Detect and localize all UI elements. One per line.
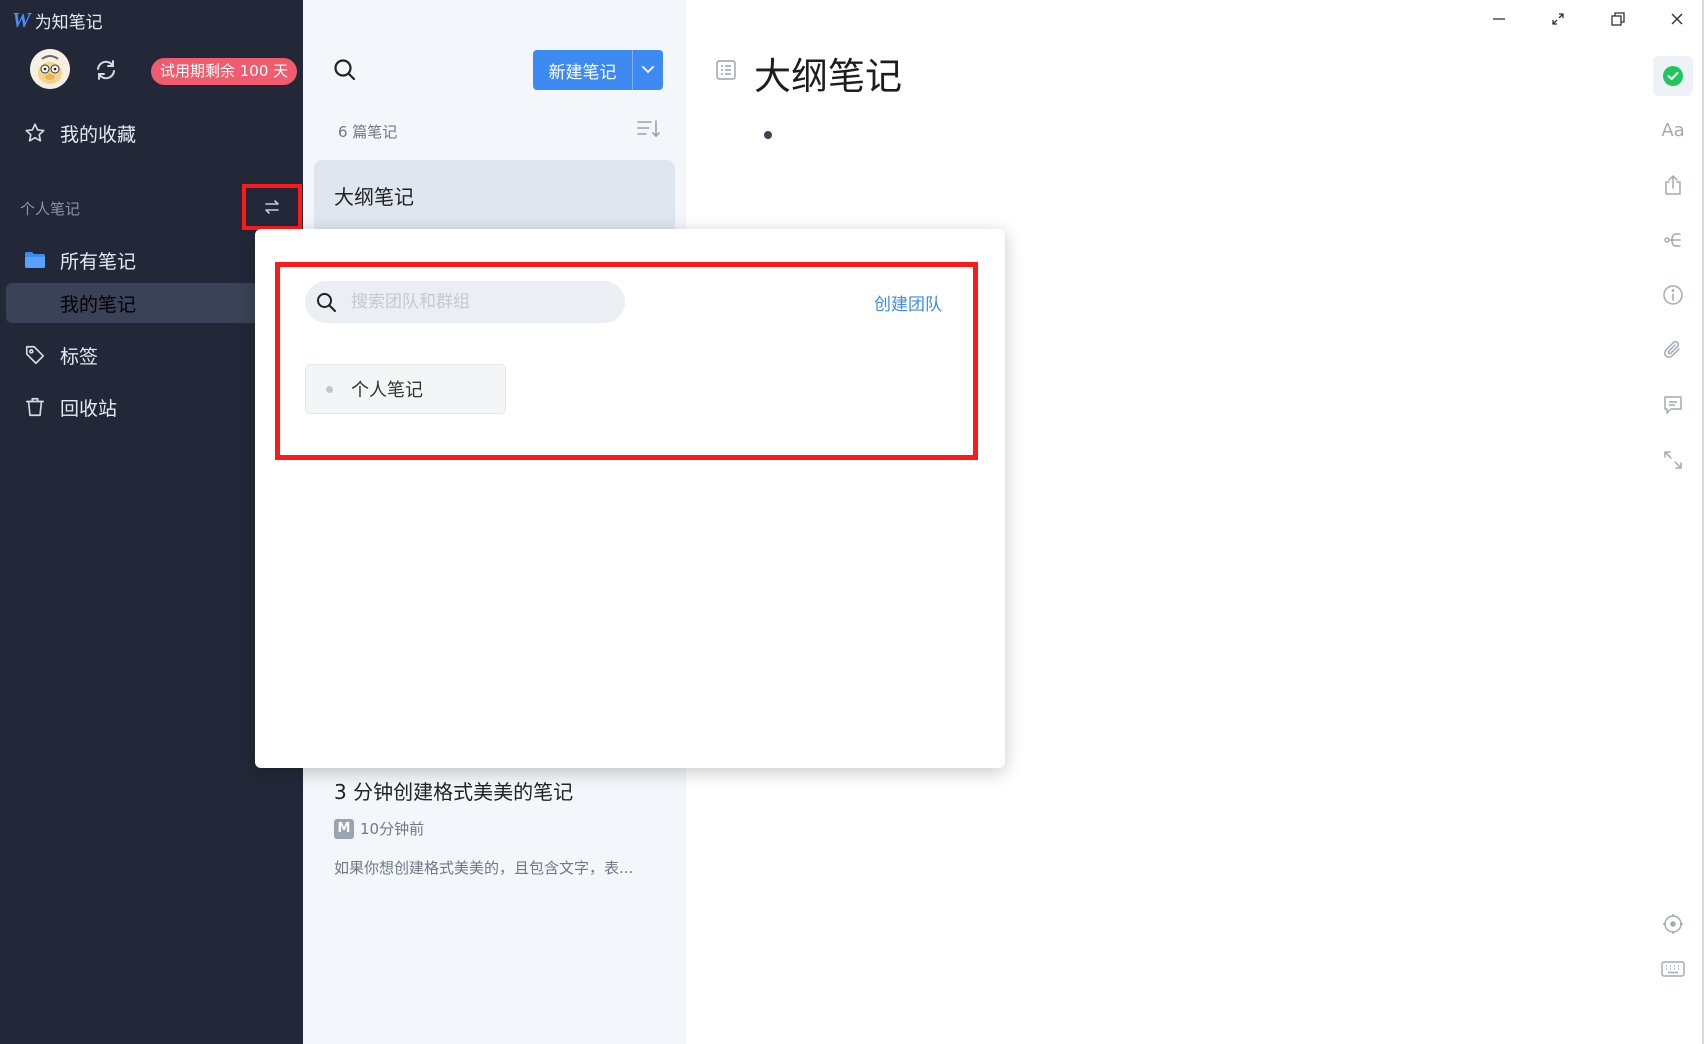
new-note-button[interactable]: 新建笔记 <box>533 50 663 90</box>
chevron-down-icon[interactable] <box>633 50 663 90</box>
outline-doc-icon[interactable] <box>715 59 737 81</box>
font-button[interactable]: Aa <box>1660 117 1686 143</box>
markdown-badge-icon: M <box>334 818 354 839</box>
avatar[interactable] <box>30 49 70 89</box>
note-time: 10分钟前 <box>360 820 425 838</box>
team-search-field[interactable] <box>305 281 625 323</box>
share-icon[interactable] <box>1660 172 1686 198</box>
star-icon <box>24 122 46 144</box>
folder-icon <box>24 250 46 270</box>
swap-icon <box>263 198 281 216</box>
create-team-link[interactable]: 创建团队 <box>874 290 942 315</box>
app-name: 为知笔记 <box>34 12 103 33</box>
comment-icon[interactable] <box>1660 392 1686 418</box>
note-title[interactable]: 3 分钟创建格式美美的笔记 <box>334 776 573 805</box>
sidebar-item-my-notes[interactable]: 我的笔记 <box>6 283 296 323</box>
close-icon <box>1669 11 1685 27</box>
sort-icon[interactable] <box>636 118 662 140</box>
close-button[interactable] <box>1660 6 1694 32</box>
sidebar-item-favorites[interactable]: 我的收藏 <box>24 115 136 151</box>
new-note-label[interactable]: 新建笔记 <box>533 50 633 90</box>
team-search-input[interactable] <box>349 291 599 313</box>
attachment-icon[interactable] <box>1660 337 1686 363</box>
keyboard-icon[interactable] <box>1660 956 1686 982</box>
app-logo: W <box>12 7 31 32</box>
team-item-personal[interactable]: 个人笔记 <box>305 364 506 414</box>
app-title: W 为知笔记 <box>12 7 103 33</box>
fullscreen-icon <box>1550 11 1566 27</box>
sidebar-item-all-notes[interactable]: 所有笔记 <box>24 242 136 278</box>
sidebar-item-label: 我的笔记 <box>60 293 137 316</box>
note-preview: 如果你想创建格式美美的，且包含文字，表... <box>334 859 634 877</box>
minimize-icon <box>1491 11 1507 27</box>
team-dot <box>326 385 333 393</box>
sidebar-item-label: 所有笔记 <box>60 250 137 273</box>
note-count: 6 篇笔记 <box>338 123 398 141</box>
sync-icon[interactable] <box>92 56 120 84</box>
sidebar-item-tags[interactable]: 标签 <box>24 337 98 373</box>
page-title[interactable]: 大纲笔记 <box>754 46 902 100</box>
section-label: 个人笔记 <box>20 200 81 218</box>
outline-tree-icon[interactable] <box>1660 227 1686 253</box>
outline-bullet[interactable] <box>764 131 772 139</box>
fullscreen-button[interactable] <box>1541 6 1575 32</box>
sidebar-item-trash[interactable]: 回收站 <box>24 389 117 425</box>
trash-icon <box>24 396 46 418</box>
locate-icon[interactable] <box>1660 911 1686 937</box>
minimize-button[interactable] <box>1482 6 1516 32</box>
tag-icon <box>24 344 46 366</box>
restore-icon <box>1610 11 1626 27</box>
note-meta: M 10分钟前 <box>334 818 424 839</box>
team-item-label: 个人笔记 <box>351 380 423 401</box>
check-circle-icon <box>1662 65 1684 87</box>
expand-icon[interactable] <box>1660 447 1686 473</box>
sidebar-item-label: 我的收藏 <box>60 123 137 146</box>
search-icon[interactable] <box>332 57 358 83</box>
info-icon[interactable] <box>1660 282 1686 308</box>
sidebar-item-label: 标签 <box>60 345 99 368</box>
switch-workspace-button[interactable] <box>242 184 302 230</box>
note-title[interactable]: 大纲笔记 <box>334 181 414 210</box>
window-border <box>1702 0 1704 1044</box>
sync-status[interactable] <box>1653 56 1693 96</box>
trial-badge[interactable]: 试用期剩余 100 天 <box>151 58 298 85</box>
sidebar-item-label: 回收站 <box>60 397 118 420</box>
restore-button[interactable] <box>1601 6 1635 32</box>
search-icon <box>315 291 337 313</box>
